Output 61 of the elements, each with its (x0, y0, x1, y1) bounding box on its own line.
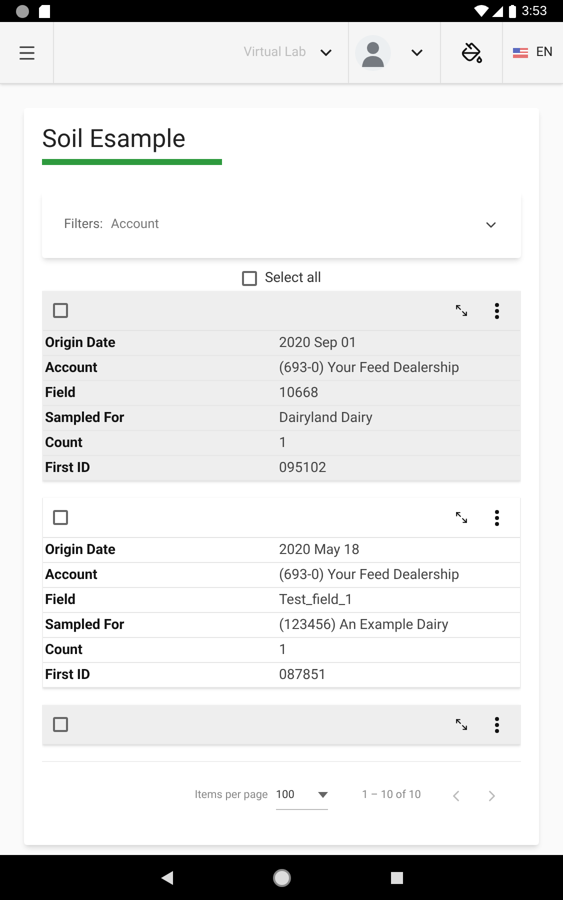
home-icon[interactable] (272, 868, 290, 886)
field-value: 2020 May 18 (279, 540, 360, 560)
field-value: 10668 (279, 384, 318, 402)
field-value: (693-0) Your Feed Dealership (279, 566, 460, 584)
field-label: Account (44, 566, 98, 584)
field-label: Count (44, 640, 84, 660)
caret-down-icon (318, 792, 328, 798)
more-icon (495, 716, 499, 732)
field-value: 1 (279, 640, 287, 660)
checkbox[interactable] (53, 717, 68, 732)
flag-icon (513, 48, 528, 58)
field-label: First ID (44, 666, 92, 684)
field-label: Count (44, 434, 84, 452)
signal-icon (492, 6, 503, 16)
field-label: Origin Date (44, 334, 116, 352)
language-button[interactable]: EN (503, 22, 563, 83)
items-per-page-label: Items per page (194, 787, 268, 804)
clock: 3:53 (522, 2, 547, 20)
more-icon (495, 302, 499, 318)
field-label: Sampled For (44, 616, 126, 634)
checkbox[interactable] (53, 303, 68, 318)
checkbox[interactable] (53, 510, 68, 525)
field-value: Dairyland Dairy (279, 408, 373, 428)
expand-icon (454, 304, 468, 317)
field-value: Test_field_1 (279, 590, 353, 610)
filters-value: Account (110, 216, 160, 234)
field-value: (123456) An Example Dairy (279, 616, 448, 634)
chevron-down-icon (411, 49, 423, 56)
wifi-icon (474, 5, 489, 17)
lab-name: Virtual Lab (244, 44, 306, 62)
field-value: 2020 Sep 01 (279, 334, 357, 352)
avatar-icon (355, 34, 391, 70)
battery-icon (508, 4, 516, 18)
page-title: Soil Esample (42, 124, 186, 156)
checkbox[interactable] (242, 271, 257, 286)
expand-icon (454, 511, 468, 524)
recents-icon[interactable] (390, 872, 402, 884)
field-label: Origin Date (44, 540, 116, 560)
field-value: (693-0) Your Feed Dealership (279, 358, 460, 378)
field-label: Sampled For (44, 408, 126, 428)
expand-icon (454, 718, 468, 731)
field-value: 1 (279, 434, 287, 452)
page-size-select[interactable]: 100 (276, 782, 328, 810)
paint-bucket-icon (460, 42, 482, 64)
field-value: 087851 (279, 666, 326, 684)
more-icon (495, 510, 499, 526)
sd-card-icon (39, 4, 50, 18)
page-range: 1 – 10 of 10 (362, 787, 421, 804)
filters-panel[interactable]: Filters: Account (42, 191, 521, 258)
field-label: Field (44, 590, 77, 610)
field-label: First ID (44, 458, 92, 478)
filters-label: Filters: (64, 216, 103, 234)
language-code: EN (536, 44, 553, 62)
back-icon[interactable] (160, 870, 172, 884)
record-icon (16, 4, 29, 18)
page-size-value: 100 (276, 786, 294, 803)
select-all-label: Select all (264, 269, 322, 288)
chevron-down-icon (320, 49, 332, 56)
field-value: 095102 (279, 458, 326, 478)
field-label: Account (44, 358, 98, 378)
field-label: Field (44, 384, 77, 402)
